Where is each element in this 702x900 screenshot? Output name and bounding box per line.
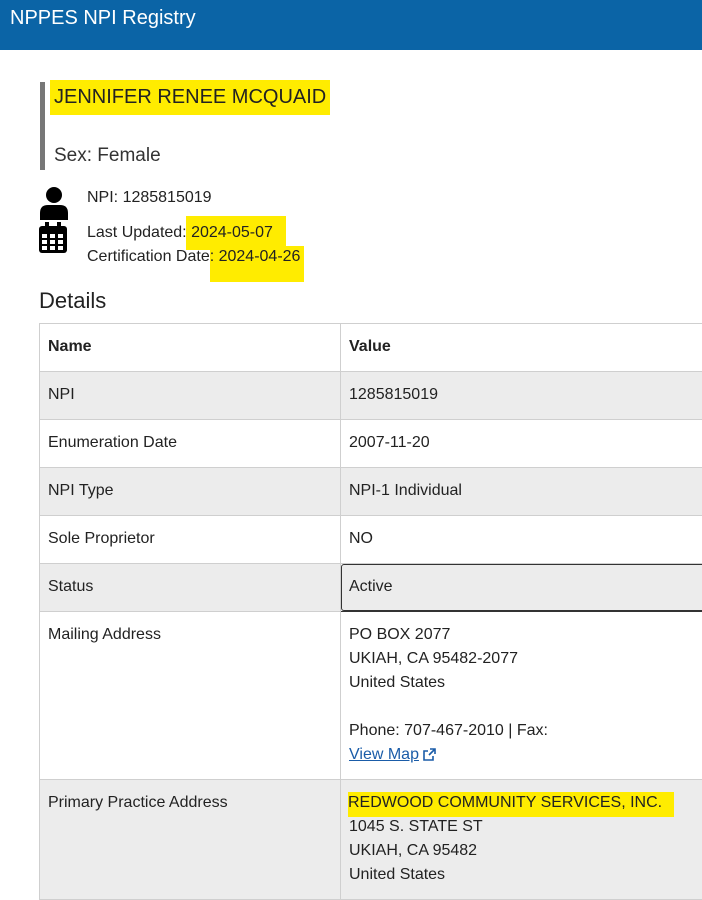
practice-line: 1045 S. STATE ST xyxy=(349,815,700,839)
table-row: NPI Type NPI-1 Individual xyxy=(40,468,702,516)
certification-date-line: Certification Date: 2024-04-26 xyxy=(87,248,300,266)
npi-value: 1285815019 xyxy=(123,189,212,206)
table-row: NPI 1285815019 xyxy=(40,372,702,420)
row-name: Sole Proprietor xyxy=(40,516,341,564)
cert-date-label: Certification Date: xyxy=(87,248,219,265)
table-row: Sole Proprietor NO xyxy=(40,516,702,564)
person-icon xyxy=(38,186,70,220)
row-value: NO xyxy=(341,516,702,564)
npi-label: NPI: xyxy=(87,189,123,206)
cert-date-value: 2024-04-26 xyxy=(219,248,301,265)
mailing-line: UKIAH, CA 95482-2077 xyxy=(349,647,700,671)
npi-line: NPI: 1285815019 xyxy=(87,189,212,207)
last-updated-line: Last Updated: 2024-05-07 xyxy=(87,224,273,242)
last-updated-value: 2024-05-07 xyxy=(191,224,273,241)
mailing-line: PO BOX 2077 xyxy=(349,623,700,647)
row-name: Mailing Address xyxy=(40,612,341,780)
provider-sex: Sex: Female xyxy=(54,145,161,167)
view-map-row: View Map xyxy=(349,743,700,767)
row-name: Enumeration Date xyxy=(40,420,341,468)
row-value: 2007-11-20 xyxy=(341,420,702,468)
calendar-icon xyxy=(38,222,68,254)
practice-organization: REDWOOD COMMUNITY SERVICES, INC. xyxy=(348,792,674,817)
table-header-row: Name Value xyxy=(40,324,702,372)
row-name: NPI Type xyxy=(40,468,341,516)
external-link-icon[interactable] xyxy=(423,748,436,761)
column-header-name: Name xyxy=(40,324,341,372)
provider-name: JENNIFER RENEE MCQUAID xyxy=(50,80,330,115)
details-heading: Details xyxy=(39,288,106,314)
details-table: Name Value NPI 1285815019 Enumeration Da… xyxy=(39,323,702,900)
table-row-mailing: Mailing Address PO BOX 2077 UKIAH, CA 95… xyxy=(40,612,702,780)
practice-line: UKIAH, CA 95482 xyxy=(349,839,700,863)
table-row-practice: Primary Practice Address REDWOOD COMMUNI… xyxy=(40,780,702,900)
row-value: 1285815019 xyxy=(341,372,702,420)
mailing-phone: Phone: 707-467-2010 | Fax: xyxy=(349,719,700,743)
app-header: NPPES NPI Registry xyxy=(0,0,702,50)
row-name: NPI xyxy=(40,372,341,420)
status-value[interactable]: Active xyxy=(341,564,702,612)
table-row: Enumeration Date 2007-11-20 xyxy=(40,420,702,468)
view-map-link[interactable]: View Map xyxy=(349,746,419,763)
name-accent-bar xyxy=(40,82,45,170)
practice-line: United States xyxy=(349,863,700,887)
row-name: Primary Practice Address xyxy=(40,780,341,900)
spacer xyxy=(349,695,700,719)
row-value: NPI-1 Individual xyxy=(341,468,702,516)
mailing-line: United States xyxy=(349,671,700,695)
table-row: Status Active xyxy=(40,564,702,612)
column-header-value: Value xyxy=(341,324,702,372)
mailing-address-value: PO BOX 2077 UKIAH, CA 95482-2077 United … xyxy=(341,612,702,780)
row-name: Status xyxy=(40,564,341,612)
practice-address-value: REDWOOD COMMUNITY SERVICES, INC. 1045 S.… xyxy=(341,780,702,900)
app-title[interactable]: NPPES NPI Registry xyxy=(10,7,196,30)
last-updated-label: Last Updated: xyxy=(87,224,191,241)
